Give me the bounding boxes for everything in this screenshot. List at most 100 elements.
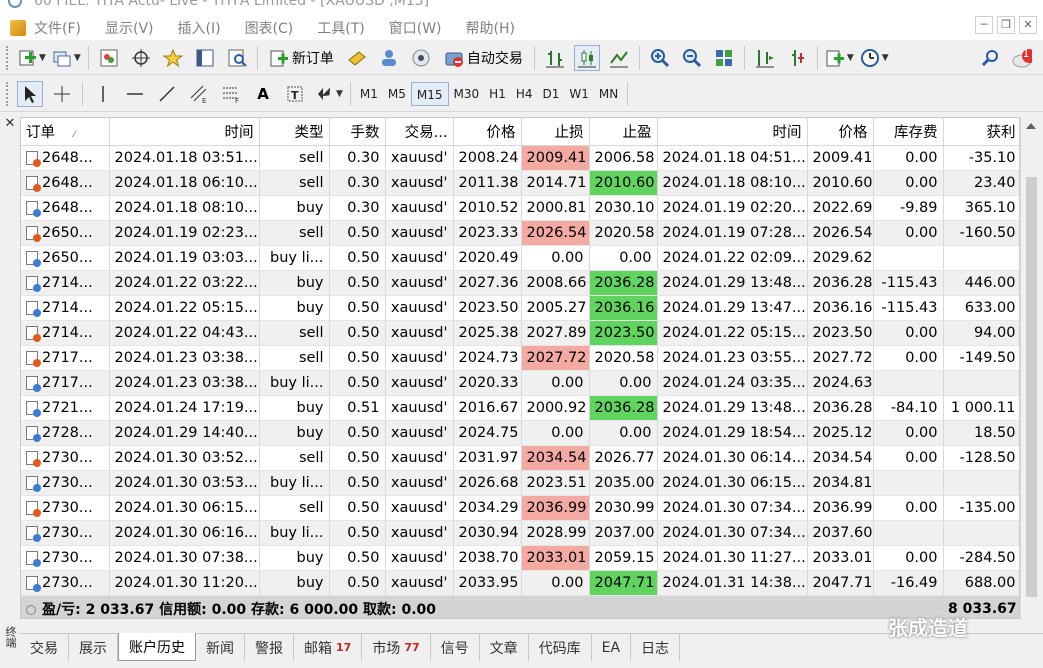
tab-4[interactable]: 警报 xyxy=(245,634,294,661)
text-label-button[interactable]: T xyxy=(282,81,308,107)
candlestick-button[interactable] xyxy=(573,44,600,71)
col-header-open-price[interactable]: 价格 xyxy=(453,118,522,146)
timeframe-m30[interactable]: M30 xyxy=(449,82,485,106)
tab-0[interactable]: 交易 xyxy=(20,634,69,661)
close-window-button[interactable]: ✕ xyxy=(1019,16,1037,34)
menu-help[interactable]: 帮助(H) xyxy=(466,18,515,38)
autoscroll-button[interactable] xyxy=(784,45,810,71)
menu-file[interactable]: 文件(F) xyxy=(34,18,81,38)
col-header-close-time[interactable]: 时间 xyxy=(657,118,808,146)
table-row[interactable]: 2730... 2024.01.30 06:16... buy li... 0.50 x… xyxy=(21,520,1019,546)
table-row[interactable]: 2721... 2024.01.24 17:19... buy 0.51 xauusd'… xyxy=(21,395,1019,421)
timeframe-m15[interactable]: M15 xyxy=(410,81,449,106)
timeframe-m1[interactable]: M1 xyxy=(355,82,383,106)
signals-button[interactable] xyxy=(408,45,434,71)
col-header-swap[interactable]: 库存费 xyxy=(873,118,944,146)
toolbar-grip[interactable] xyxy=(6,81,10,106)
scroll-up-icon[interactable] xyxy=(1026,123,1036,129)
col-header-tp[interactable]: 止盈 xyxy=(589,118,658,146)
tab-7[interactable]: 信号 xyxy=(431,634,480,661)
toolbar-grip[interactable] xyxy=(6,45,10,70)
trendline-button[interactable] xyxy=(154,81,180,107)
chart-window-icon[interactable] xyxy=(10,20,26,36)
menu-charts[interactable]: 图表(C) xyxy=(245,18,294,38)
navigator-button[interactable] xyxy=(160,45,186,71)
table-row[interactable]: 2648... 2024.01.18 03:51... sell 0.30 xauusd… xyxy=(21,145,1019,171)
table-row[interactable]: 2648... 2024.01.18 08:10... buy 0.30 xauusd'… xyxy=(21,195,1019,221)
table-row[interactable]: 2730... 2024.01.30 03:52... sell 0.50 xauusd… xyxy=(21,445,1019,471)
cursor-button[interactable] xyxy=(17,80,43,107)
zoom-out-button[interactable] xyxy=(679,45,705,71)
tab-3[interactable]: 新闻 xyxy=(196,634,245,661)
table-row[interactable]: 2650... 2024.01.19 02:23... sell 0.50 xauusd… xyxy=(21,220,1019,246)
table-row[interactable]: 2730... 2024.01.30 07:38... buy 0.50 xauusd'… xyxy=(21,545,1019,571)
restore-button[interactable]: ❐ xyxy=(997,16,1015,34)
tab-6[interactable]: 市场 77 xyxy=(362,634,431,661)
text-button[interactable]: A xyxy=(250,81,276,107)
menu-window[interactable]: 窗口(W) xyxy=(389,18,442,38)
close-terminal-icon[interactable]: ✕ xyxy=(2,116,18,132)
table-row[interactable]: 2714... 2024.01.22 03:22... buy 0.50 xauusd'… xyxy=(21,270,1019,296)
col-header-symbol[interactable]: 交易... xyxy=(385,118,454,146)
col-header-open-time[interactable]: 时间 xyxy=(109,118,260,146)
data-window-button[interactable] xyxy=(128,45,154,71)
equidistant-channel-button[interactable]: E xyxy=(186,81,212,107)
tab-9[interactable]: 代码库 xyxy=(529,634,592,661)
strategy-tester-button[interactable] xyxy=(224,45,250,71)
tab-1[interactable]: 展示 xyxy=(69,634,118,661)
col-header-type[interactable]: 类型 xyxy=(259,118,330,146)
table-row[interactable]: 2717... 2024.01.23 03:38... sell 0.50 xauusd… xyxy=(21,345,1019,371)
fibonacci-button[interactable]: F xyxy=(218,81,244,107)
notifications-button[interactable]: 1 xyxy=(1009,45,1035,71)
crosshair-button[interactable] xyxy=(49,81,75,107)
menu-insert[interactable]: 插入(I) xyxy=(178,18,221,38)
bar-chart-button[interactable] xyxy=(542,45,568,71)
tile-windows-button[interactable] xyxy=(711,45,737,71)
table-scrollbar[interactable] xyxy=(1020,117,1041,619)
market-watch-button[interactable] xyxy=(96,45,122,71)
community-button[interactable] xyxy=(376,45,402,71)
col-header-order[interactable]: 订单 ⁄ xyxy=(21,118,110,146)
menu-view[interactable]: 显示(V) xyxy=(105,18,154,38)
timeframe-d1[interactable]: D1 xyxy=(538,82,565,106)
new-order-button[interactable]: 新订单 xyxy=(265,45,338,71)
tab-5[interactable]: 邮箱 17 xyxy=(294,634,363,661)
col-header-sl[interactable]: 止损 xyxy=(521,118,590,146)
col-header-lots[interactable]: 手数 xyxy=(329,118,386,146)
scroll-thumb[interactable] xyxy=(1026,177,1037,597)
metaeditor-button[interactable] xyxy=(344,45,370,71)
tab-8[interactable]: 文章 xyxy=(480,634,529,661)
auto-trading-button[interactable]: 自动交易 xyxy=(440,45,527,71)
col-header-profit[interactable]: 获利 xyxy=(943,118,1019,146)
timeframe-m5[interactable]: M5 xyxy=(383,82,411,106)
periods-button[interactable]: ▼ xyxy=(860,45,889,71)
minimize-button[interactable]: ─ xyxy=(975,16,993,34)
terminal-button[interactable] xyxy=(192,45,218,71)
indicators-button[interactable]: ▼ xyxy=(825,45,854,71)
table-row[interactable]: 2730... 2024.01.30 03:53... buy li... 0.50 x… xyxy=(21,470,1019,496)
table-row[interactable]: 2714... 2024.01.22 04:43... sell 0.50 xauusd… xyxy=(21,320,1019,346)
vertical-line-button[interactable] xyxy=(90,81,116,107)
tab-10[interactable]: EA xyxy=(592,634,632,661)
timeframe-mn[interactable]: MN xyxy=(594,82,623,106)
table-row[interactable]: 2717... 2024.01.23 03:38... buy li... 0.50 x… xyxy=(21,370,1019,396)
new-chart-button[interactable]: ▼ xyxy=(17,45,46,71)
tab-2[interactable]: 账户历史 xyxy=(118,633,196,661)
table-row[interactable]: 2714... 2024.01.22 05:15... buy 0.50 xauusd'… xyxy=(21,295,1019,321)
arrows-button[interactable]: ▼ xyxy=(314,81,343,107)
table-row[interactable]: 2730... 2024.01.30 11:20... buy 0.50 xauusd'… xyxy=(21,570,1019,596)
table-row[interactable]: 2728... 2024.01.29 14:40... buy 0.50 xauusd'… xyxy=(21,420,1019,446)
table-row[interactable]: 2650... 2024.01.19 03:03... buy li... 0.50 x… xyxy=(21,245,1019,271)
profiles-button[interactable]: ▼ xyxy=(52,45,81,71)
menu-tools[interactable]: 工具(T) xyxy=(317,18,364,38)
table-row[interactable]: 2730... 2024.01.30 06:15... sell 0.50 xauusd… xyxy=(21,495,1019,521)
horizontal-line-button[interactable] xyxy=(122,81,148,107)
chart-shift-button[interactable] xyxy=(752,45,778,71)
tab-11[interactable]: 日志 xyxy=(631,634,681,661)
search-button[interactable] xyxy=(977,45,1003,71)
timeframe-h1[interactable]: H1 xyxy=(484,82,511,106)
zoom-in-button[interactable] xyxy=(647,45,673,71)
table-row[interactable]: 2648... 2024.01.18 06:10... sell 0.30 xauusd… xyxy=(21,170,1019,196)
col-header-close-price[interactable]: 价格 xyxy=(807,118,874,146)
line-chart-button[interactable] xyxy=(606,45,632,71)
